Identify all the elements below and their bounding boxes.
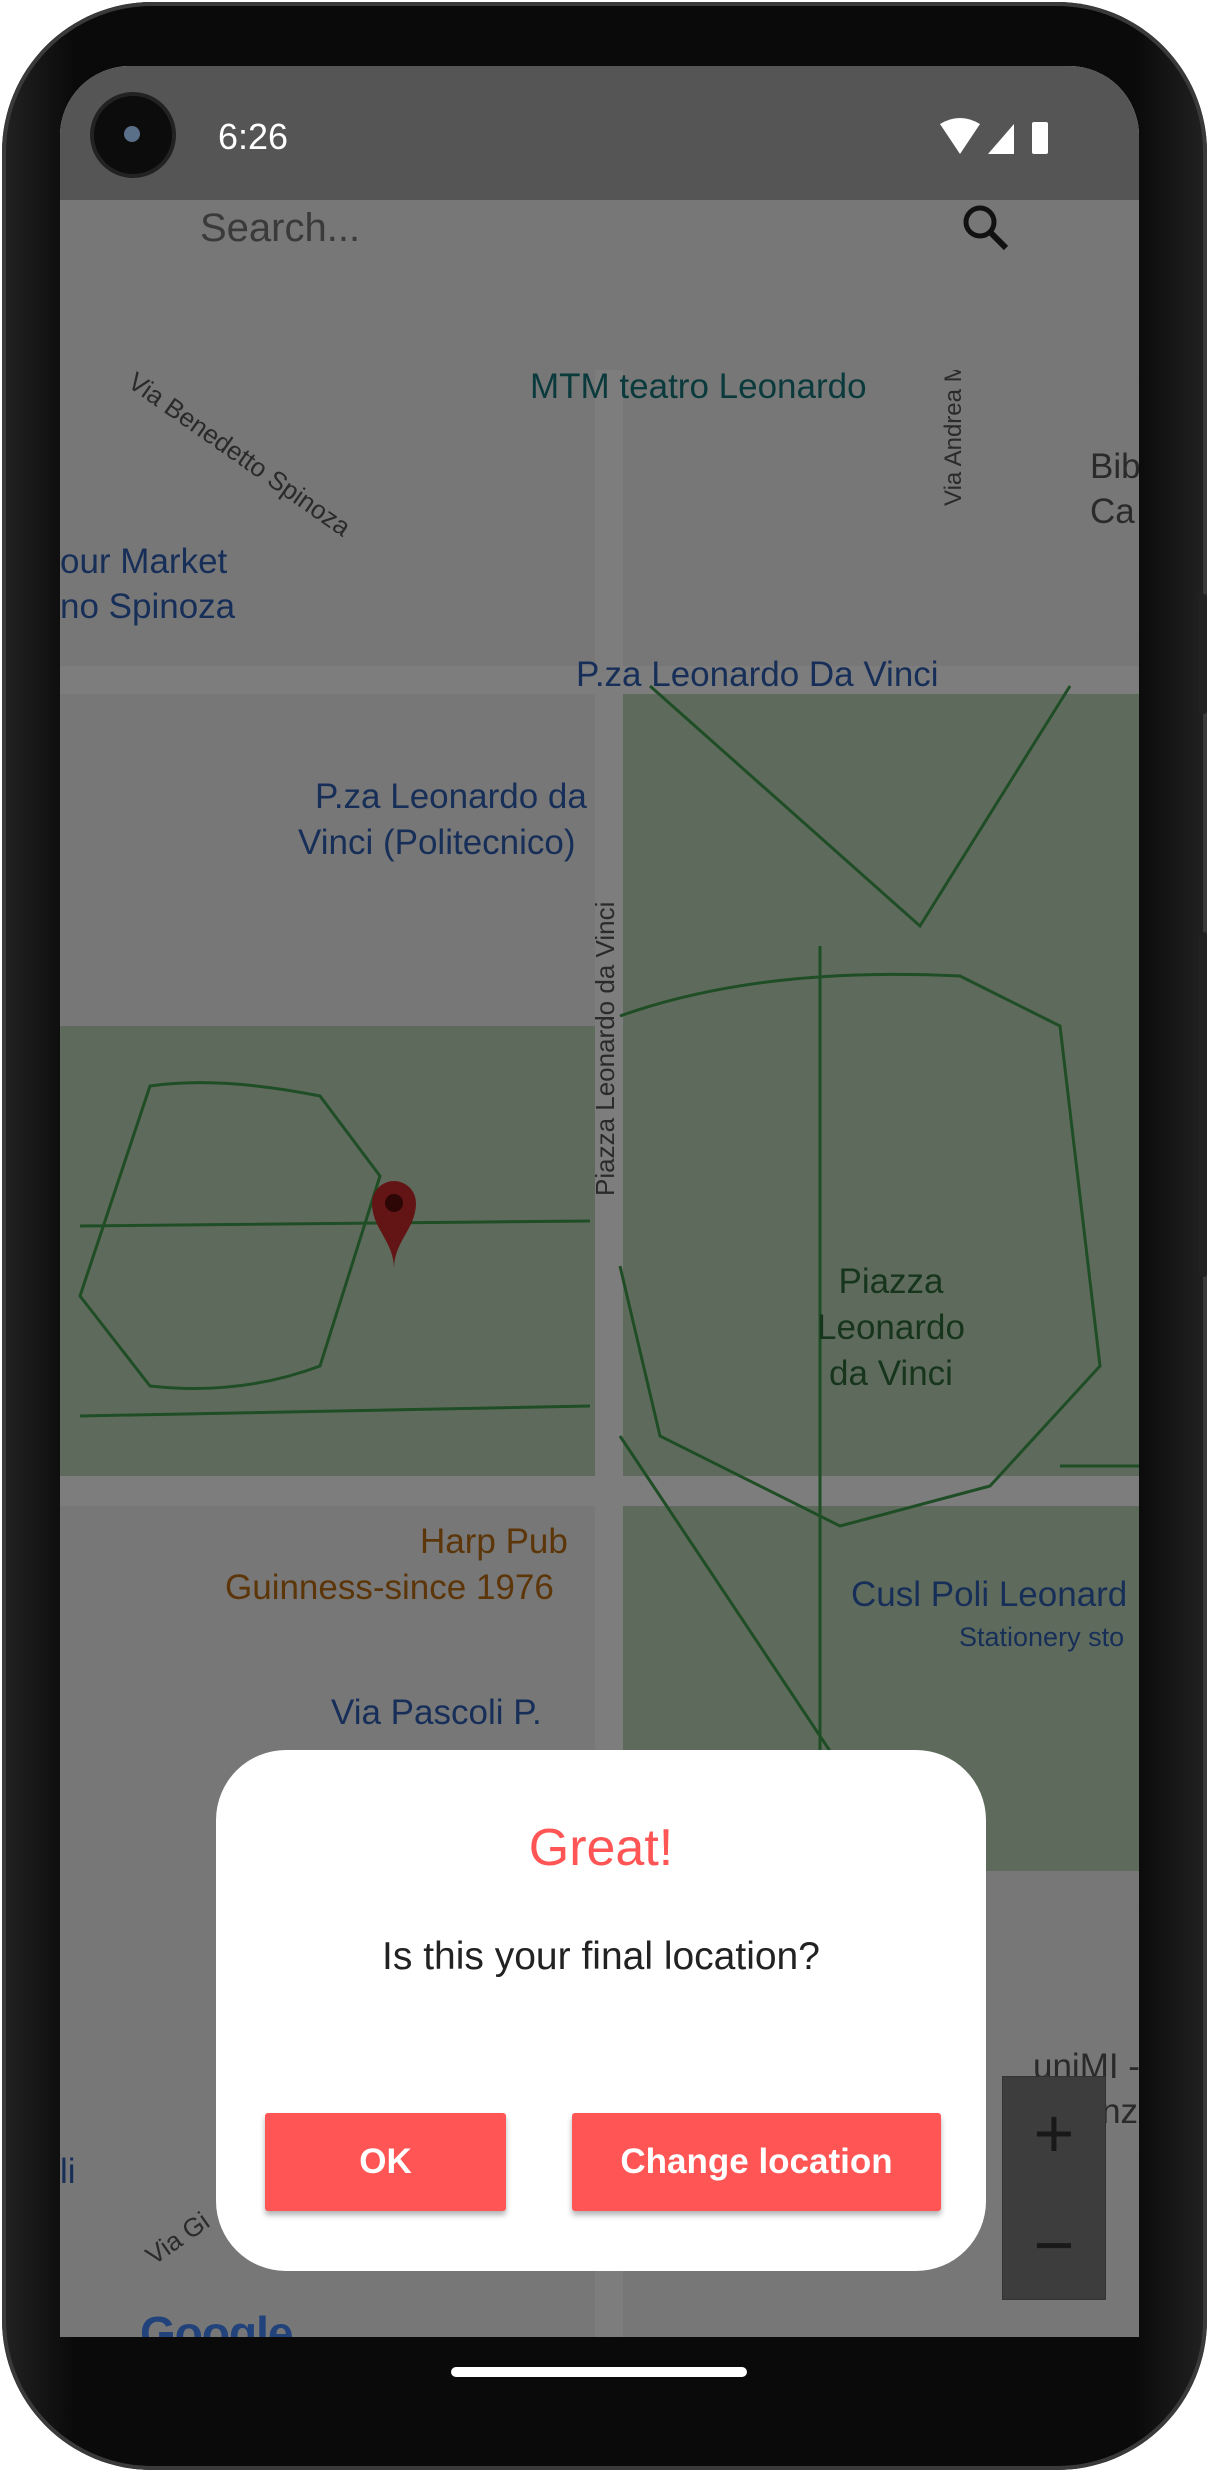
screen: Via Benedetto Spinoza MTM teatro Leonard… — [60, 66, 1139, 2337]
dialog-title: Great! — [528, 1819, 674, 1877]
dialog-message: Is this your final location? — [382, 1935, 820, 1978]
status-bar: 6:26 — [60, 66, 1139, 200]
confirm-location-dialog: Great! Is this your final location? OK C… — [216, 1750, 986, 2271]
cellular-signal-icon — [988, 124, 1014, 154]
front-camera — [94, 96, 172, 174]
status-time: 6:26 — [218, 116, 289, 157]
wifi-icon — [940, 118, 980, 154]
battery-icon — [1032, 122, 1048, 154]
change-location-button[interactable]: Change location — [572, 2113, 941, 2211]
volume-button — [1199, 594, 1207, 714]
status-icons — [940, 118, 1048, 154]
power-button — [1199, 932, 1207, 1277]
search-icon[interactable] — [960, 202, 1014, 256]
ok-button[interactable]: OK — [265, 2113, 506, 2211]
search-input[interactable]: Search... — [200, 206, 360, 251]
home-indicator[interactable] — [451, 2367, 747, 2377]
